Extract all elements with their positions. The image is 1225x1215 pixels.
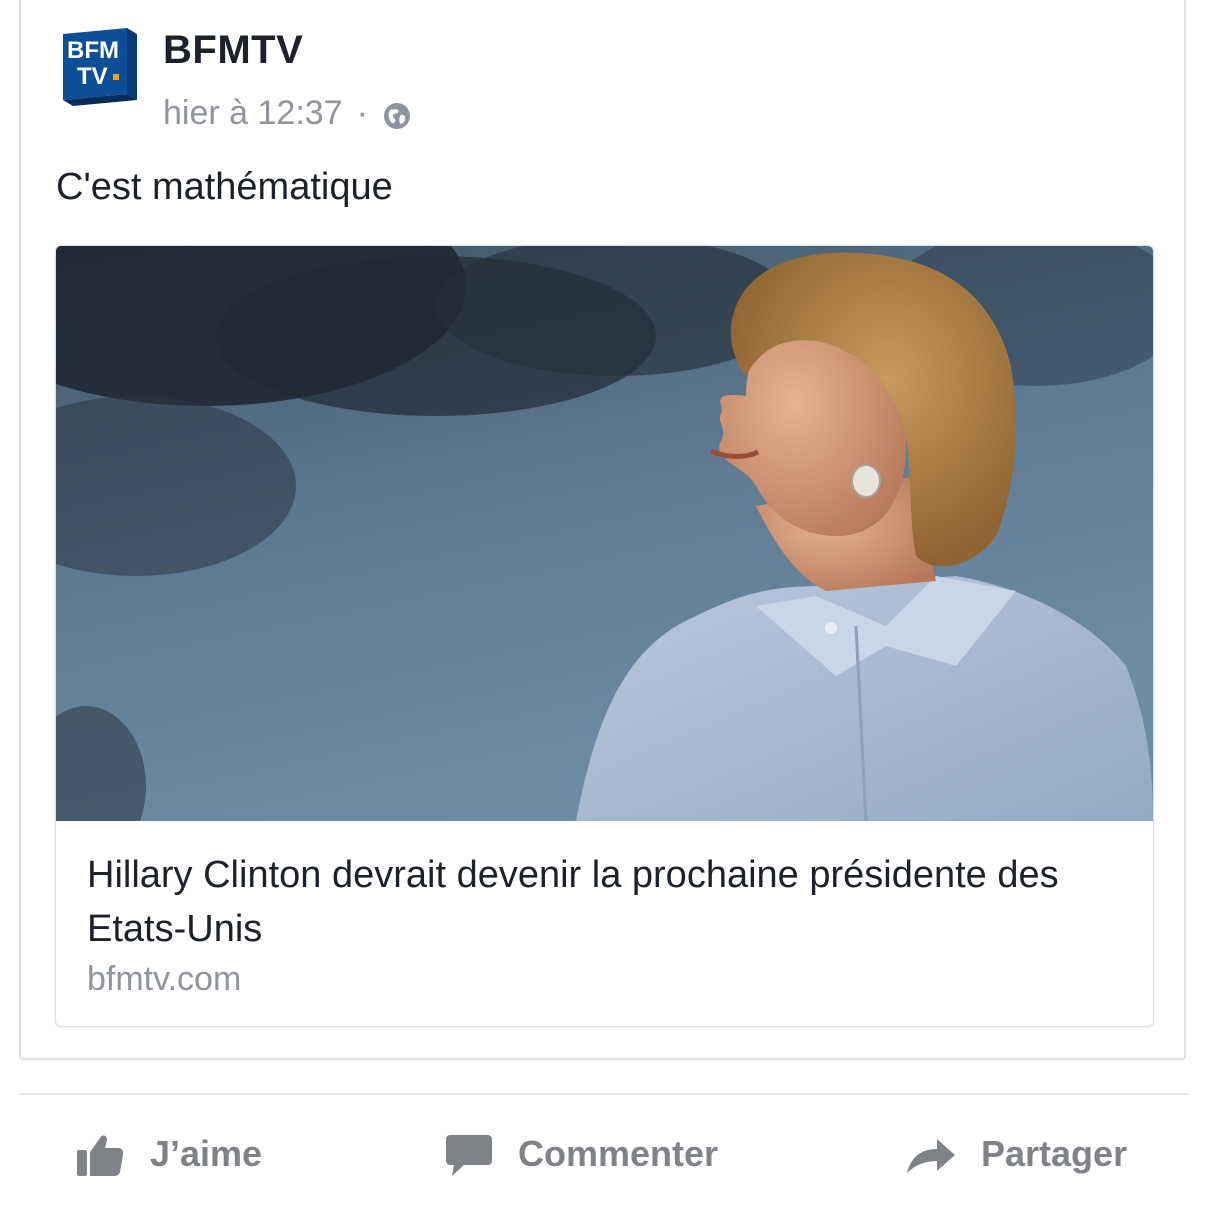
share-label: Partager	[981, 1133, 1128, 1174]
comment-label: Commenter	[518, 1133, 719, 1174]
link-preview[interactable]: Hillary Clinton devrait devenir la proch…	[55, 245, 1154, 1027]
logo-text-bottom: TV	[77, 63, 108, 90]
speech-bubble-icon	[446, 1135, 492, 1176]
post-text: C'est mathématique	[56, 166, 393, 208]
like-button[interactable]: J’aime	[76, 1118, 262, 1190]
logo-text-top: BFM	[67, 37, 119, 64]
article-photo[interactable]	[56, 246, 1153, 821]
thumbs-up-icon	[77, 1135, 124, 1176]
share-button[interactable]: Partager	[905, 1118, 1127, 1190]
page-name[interactable]: BFMTV	[163, 28, 303, 73]
divider	[19, 1093, 1189, 1095]
separator: ·	[356, 94, 368, 132]
share-arrow-icon	[907, 1139, 955, 1173]
link-domain: bfmtv.com	[87, 960, 242, 998]
globe-icon	[383, 102, 410, 129]
link-title[interactable]: Hillary Clinton devrait devenir la proch…	[87, 848, 1107, 956]
comment-button[interactable]: Commenter	[446, 1118, 718, 1190]
timestamp[interactable]: hier à 12:37	[163, 94, 343, 133]
page-avatar[interactable]: BFM TV	[57, 24, 139, 106]
like-label: J’aime	[150, 1133, 263, 1174]
action-bar: J’aime Commenter Partager	[0, 1118, 1225, 1190]
post-meta: hier à 12:37 ·	[163, 94, 412, 133]
